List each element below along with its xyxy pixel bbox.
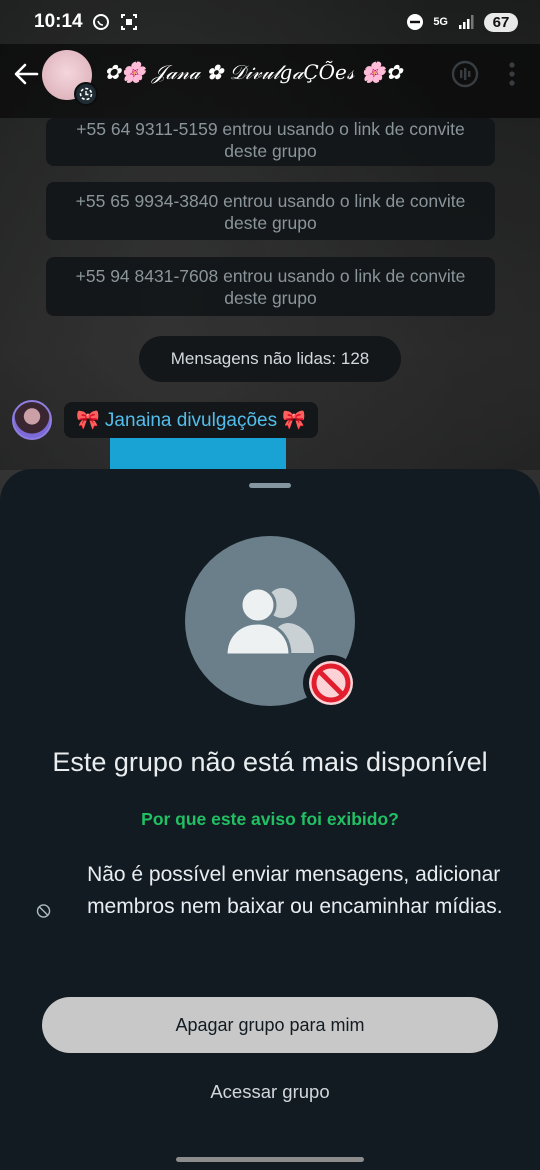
ban-icon <box>309 661 353 705</box>
delete-group-button[interactable]: Apagar grupo para mim <box>42 997 498 1053</box>
sender-avatar[interactable] <box>12 400 52 440</box>
system-message: +55 64 9311-5159 entrou usando o link de… <box>46 118 495 166</box>
block-icon <box>36 904 51 918</box>
system-message: +55 65 9934-3840 entrou usando o link de… <box>46 182 495 240</box>
sheet-drag-handle[interactable] <box>249 483 291 488</box>
unread-messages-pill: Mensagens não lidas: 128 <box>139 336 401 382</box>
group-title[interactable]: ✿🌸 𝒥𝒶𝓃𝒶 ✿ 𝒟𝒾𝓋𝓊𝓁𝑔𝒶ÇÕ𝑒𝓈 🌸✿ <box>104 60 402 84</box>
message-sender: 🎀 Janaina divulgações 🎀 <box>12 400 319 440</box>
whatsapp-status-icon <box>91 12 111 32</box>
group-avatar[interactable] <box>42 50 98 106</box>
screenshot-icon <box>119 12 139 32</box>
back-arrow-icon <box>14 63 39 85</box>
system-message: +55 94 8431-7608 entrou usando o link de… <box>46 257 495 316</box>
access-group-button[interactable]: Acessar grupo <box>170 1076 370 1108</box>
chat-header: ✿🌸 𝒥𝒶𝓃𝒶 ✿ 𝒟𝒾𝓋𝓊𝓁𝑔𝒶ÇÕ𝑒𝓈 🌸✿ <box>0 44 540 118</box>
sheet-title: Este grupo não está mais disponível <box>52 747 488 777</box>
network-type: 5G <box>433 15 448 28</box>
info-row: Não é possível enviar mensagens, adicion… <box>36 859 506 926</box>
call-icon[interactable] <box>450 59 480 94</box>
group-icon <box>224 586 314 657</box>
group-unavailable-sheet: Este grupo não está mais disponível Por … <box>0 469 540 1170</box>
why-notice-link[interactable]: Por que este aviso foi exibido? <box>0 809 540 830</box>
more-vert-icon[interactable] <box>508 61 516 92</box>
ban-badge <box>303 655 359 711</box>
signal-icon <box>456 12 476 32</box>
battery-level: 67 <box>484 12 518 32</box>
do-not-disturb-icon <box>405 12 425 32</box>
clock: 10:14 <box>34 11 83 32</box>
gesture-nav-bar[interactable] <box>176 1157 364 1162</box>
info-text: Não é possível enviar mensagens, adicion… <box>87 863 503 918</box>
status-bar: 10:14 5G 67 <box>0 0 540 44</box>
status-ring-icon <box>74 82 98 106</box>
sender-name[interactable]: 🎀 Janaina divulgações 🎀 <box>64 402 319 438</box>
